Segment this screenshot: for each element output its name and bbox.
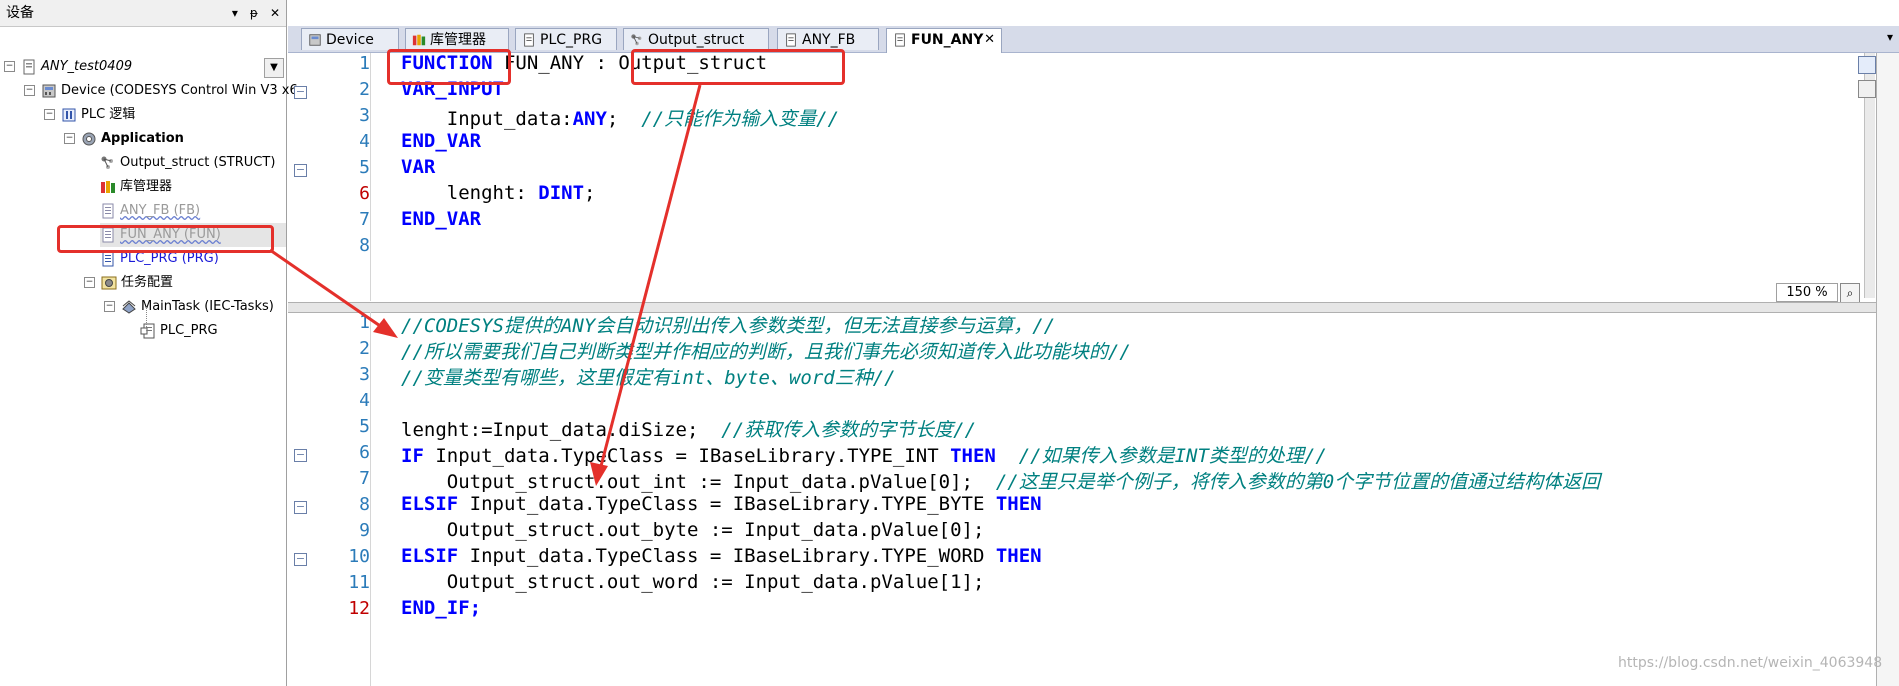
tab-plc-prg[interactable]: PLC_PRG bbox=[515, 28, 617, 50]
program-call-icon bbox=[140, 323, 155, 338]
line-number: 1 bbox=[359, 53, 370, 74]
zoom-magnifier-icon[interactable]: ⌕ bbox=[1840, 283, 1860, 303]
tab-any-fb[interactable]: ANY_FB bbox=[777, 28, 879, 50]
code-line: END_IF; bbox=[401, 597, 482, 619]
annotation-box-fun-any-item bbox=[57, 225, 274, 253]
devices-panel-header: 设备 ▾ ᵽ ✕ bbox=[0, 0, 286, 27]
tree-item-plc-prg-call[interactable]: PLC_PRG bbox=[140, 319, 218, 343]
pou-icon bbox=[524, 33, 534, 47]
struct-icon bbox=[101, 156, 113, 169]
fold-toggle-icon[interactable]: − bbox=[294, 449, 307, 462]
device-icon bbox=[42, 84, 56, 97]
code-line: Output_struct.out_word := Input_data.pVa… bbox=[401, 571, 985, 593]
task-icon bbox=[122, 299, 136, 314]
collapse-icon[interactable]: − bbox=[104, 301, 115, 312]
tree-item-output-struct[interactable]: Output_struct (STRUCT) bbox=[100, 151, 275, 175]
implementation-editor[interactable]: 1 2 3 4 5 6 7 8 9 10 11 12 − − − //CODES… bbox=[288, 312, 1899, 686]
editor-tabs-bar: Device 库管理器 PLC_PRG Output_struct ANY_FB… bbox=[288, 26, 1899, 53]
task-config-icon bbox=[101, 276, 117, 289]
pou-icon bbox=[102, 203, 114, 218]
line-number: 8 bbox=[359, 235, 370, 256]
gutter-divider bbox=[370, 53, 371, 301]
collapse-icon[interactable]: − bbox=[44, 109, 55, 120]
tab-device[interactable]: Device bbox=[301, 28, 399, 50]
line-number: 9 bbox=[359, 520, 370, 541]
code-line: Input_data:ANY; //只能作为输入变量// bbox=[401, 108, 840, 130]
tree-connector-line bbox=[146, 307, 147, 331]
tab-library-manager[interactable]: 库管理器 bbox=[405, 28, 509, 50]
code-line: END_VAR bbox=[401, 208, 482, 230]
fold-toggle-icon[interactable]: − bbox=[294, 501, 307, 514]
tree-item-project[interactable]: − ANY_test0409 bbox=[4, 55, 132, 79]
tree-item-task-config[interactable]: − 任务配置 bbox=[84, 271, 173, 295]
toolbar-icon[interactable] bbox=[1858, 80, 1876, 98]
line-number: 5 bbox=[359, 416, 370, 437]
zoom-level[interactable]: 150 % bbox=[1776, 283, 1838, 302]
code-line: //所以需要我们自己判断类型并作相应的判断，且我们事先必须知道传入此功能块的// bbox=[401, 341, 1131, 363]
line-number: 11 bbox=[348, 572, 370, 593]
collapse-icon[interactable]: − bbox=[24, 85, 35, 96]
tree-item-library-manager[interactable]: 库管理器 bbox=[100, 175, 172, 199]
line-number: 4 bbox=[359, 131, 370, 152]
tree-item-any-fb[interactable]: ANY_FB (FB) bbox=[100, 199, 200, 223]
right-side-panel bbox=[1876, 53, 1899, 686]
code-line: VAR bbox=[401, 156, 436, 178]
line-number: 1 bbox=[359, 312, 370, 333]
device-icon bbox=[309, 34, 321, 46]
line-number: 3 bbox=[359, 105, 370, 126]
fold-toggle-icon[interactable]: − bbox=[294, 86, 307, 99]
code-line: Output_struct.out_byte := Input_data.pVa… bbox=[401, 519, 985, 541]
collapse-icon[interactable]: − bbox=[4, 61, 15, 72]
code-line: lenght:=Input_data.diSize; //获取传入参数的字节长度… bbox=[401, 419, 977, 441]
tab-output-struct[interactable]: Output_struct bbox=[623, 28, 769, 50]
struct-icon bbox=[631, 34, 642, 46]
collapse-icon[interactable]: − bbox=[84, 277, 95, 288]
fold-toggle-icon[interactable]: − bbox=[294, 553, 307, 566]
library-manager-icon bbox=[101, 180, 115, 193]
pou-icon bbox=[786, 33, 796, 47]
code-line: //CODESYS提供的ANY会自动识别出传入参数类型，但无法直接参与运算，// bbox=[401, 315, 1056, 337]
collapse-icon[interactable]: − bbox=[64, 133, 75, 144]
code-line: lenght: DINT; bbox=[401, 182, 596, 204]
code-line: IF Input_data.TypeClass = IBaseLibrary.T… bbox=[401, 445, 1327, 467]
tree-item-application[interactable]: − Application bbox=[64, 127, 184, 151]
annotation-box-return-type bbox=[631, 49, 845, 85]
panel-close-icon[interactable]: ✕ bbox=[270, 0, 280, 26]
code-line: ELSIF Input_data.TypeClass = IBaseLibrar… bbox=[401, 545, 1042, 567]
line-number-modified: 12 bbox=[348, 598, 370, 619]
close-tab-icon[interactable]: ✕ bbox=[984, 29, 995, 51]
watermark: https://blog.csdn.net/weixin_4063948 bbox=[1618, 655, 1883, 671]
project-icon bbox=[23, 59, 35, 74]
gutter-divider bbox=[370, 312, 371, 686]
annotation-box-function-keyword bbox=[387, 49, 511, 85]
tab-overflow-icon[interactable]: ▾ bbox=[1887, 30, 1893, 44]
line-number-modified: 6 bbox=[359, 183, 370, 204]
line-number: 3 bbox=[359, 364, 370, 385]
line-number: 7 bbox=[359, 209, 370, 230]
panel-dropdown-icon[interactable]: ▾ bbox=[232, 0, 238, 26]
project-dropdown-button[interactable]: ▼ bbox=[264, 58, 284, 78]
line-number: 7 bbox=[359, 468, 370, 489]
line-number: 4 bbox=[359, 390, 370, 411]
library-manager-icon bbox=[412, 34, 426, 46]
tree-item-main-task[interactable]: − MainTask (IEC-Tasks) bbox=[104, 295, 274, 319]
devices-panel-title: 设备 bbox=[6, 5, 34, 21]
code-line: ELSIF Input_data.TypeClass = IBaseLibrar… bbox=[401, 493, 1042, 515]
declaration-editor[interactable]: 1 2 3 4 5 6 7 8 − − FUNCTION FUN_ANY : O… bbox=[288, 52, 1899, 301]
tab-fun-any[interactable]: FUN_ANY ✕ bbox=[886, 28, 1002, 53]
code-line: Output_struct.out_int := Input_data.pVal… bbox=[401, 471, 1601, 493]
fold-toggle-icon[interactable]: − bbox=[294, 164, 307, 177]
plc-logic-icon bbox=[62, 108, 76, 121]
tree-item-device[interactable]: − Device (CODESYS Control Win V3 x6 bbox=[24, 79, 298, 103]
pou-icon bbox=[895, 33, 905, 47]
panel-pin-icon[interactable]: ᵽ bbox=[250, 0, 258, 26]
code-line: //变量类型有哪些，这里假定有int、byte、word三种// bbox=[401, 367, 896, 389]
application-gear-icon bbox=[82, 132, 96, 145]
toolbar-icon[interactable] bbox=[1858, 56, 1876, 74]
code-line: END_VAR bbox=[401, 130, 482, 152]
line-number: 2 bbox=[359, 338, 370, 359]
tree-item-plc-logic[interactable]: − PLC 逻辑 bbox=[44, 103, 135, 127]
devices-panel: 设备 ▾ ᵽ ✕ ▼ − ANY_test0409 − Device (CODESY… bbox=[0, 0, 298, 686]
